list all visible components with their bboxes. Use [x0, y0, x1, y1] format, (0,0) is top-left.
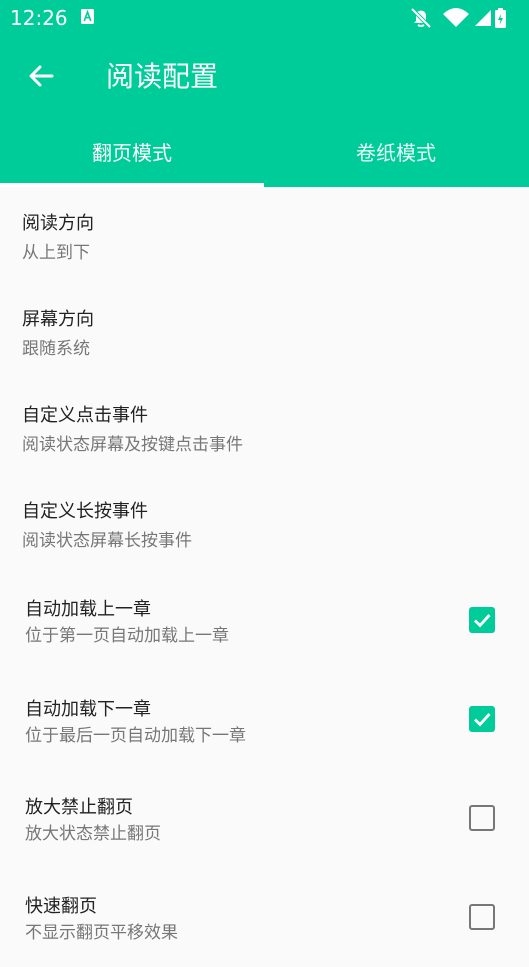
- fast-page-turn-checkbox[interactable]: [469, 904, 495, 930]
- setting-summary: 位于最后一页自动加载下一章: [25, 726, 246, 746]
- tab-scroll-mode[interactable]: 卷纸模式: [264, 130, 528, 187]
- signal-icon: [475, 10, 491, 26]
- setting-summary: 从上到下: [22, 243, 90, 263]
- setting-custom-long-press-events[interactable]: 自定义长按事件 阅读状态屏幕长按事件: [0, 478, 529, 574]
- tab-bar: 翻页模式 卷纸模式: [0, 130, 529, 187]
- setting-reading-direction[interactable]: 阅读方向 从上到下: [0, 190, 529, 286]
- disable-page-turn-when-zoomed-checkbox[interactable]: [469, 805, 495, 831]
- setting-summary: 阅读状态屏幕及按键点击事件: [22, 435, 243, 455]
- wifi-icon: [443, 8, 469, 27]
- tab-page-turn-mode[interactable]: 翻页模式: [0, 130, 264, 187]
- status-icons: [410, 7, 506, 29]
- notification-app-icon: [81, 9, 94, 24]
- setting-auto-load-next-chapter[interactable]: 自动加载下一章 位于最后一页自动加载下一章: [0, 674, 529, 770]
- status-time: 12:26: [10, 6, 68, 30]
- setting-summary: 阅读状态屏幕长按事件: [22, 531, 192, 551]
- back-arrow-icon[interactable]: [26, 61, 56, 91]
- setting-title: 阅读方向: [22, 213, 94, 234]
- setting-title: 放大禁止翻页: [25, 797, 133, 818]
- setting-summary: 位于第一页自动加载上一章: [25, 626, 229, 646]
- setting-summary: 跟随系统: [22, 339, 90, 359]
- setting-title: 自动加载上一章: [25, 599, 151, 620]
- auto-load-next-checkbox[interactable]: [469, 706, 495, 732]
- setting-title: 自定义长按事件: [22, 501, 148, 522]
- notifications-off-icon: [410, 7, 432, 29]
- setting-auto-load-previous-chapter[interactable]: 自动加载上一章 位于第一页自动加载上一章: [0, 574, 529, 670]
- setting-summary: 不显示翻页平移效果: [25, 923, 178, 943]
- battery-icon: [495, 8, 506, 28]
- top-app-bar: 12:26 阅读配置 翻页模式 卷纸模式: [0, 0, 529, 187]
- check-icon: [474, 614, 491, 628]
- setting-title: 快速翻页: [25, 896, 97, 917]
- status-bar: 12:26: [0, 0, 529, 36]
- setting-summary: 放大状态禁止翻页: [25, 824, 161, 844]
- setting-screen-orientation[interactable]: 屏幕方向 跟随系统: [0, 286, 529, 382]
- setting-title: 自动加载下一章: [25, 699, 151, 720]
- settings-list: 阅读方向 从上到下 屏幕方向 跟随系统 自定义点击事件 阅读状态屏幕及按键点击事…: [0, 187, 529, 943]
- setting-custom-click-events[interactable]: 自定义点击事件 阅读状态屏幕及按键点击事件: [0, 382, 529, 478]
- check-icon: [474, 713, 491, 727]
- setting-fast-page-turn[interactable]: 快速翻页 不显示翻页平移效果: [0, 871, 529, 967]
- setting-disable-page-turn-when-zoomed[interactable]: 放大禁止翻页 放大状态禁止翻页: [0, 772, 529, 868]
- setting-title: 屏幕方向: [22, 309, 94, 330]
- setting-title: 自定义点击事件: [22, 405, 148, 426]
- auto-load-previous-checkbox[interactable]: [469, 607, 495, 633]
- page-title: 阅读配置: [106, 60, 219, 93]
